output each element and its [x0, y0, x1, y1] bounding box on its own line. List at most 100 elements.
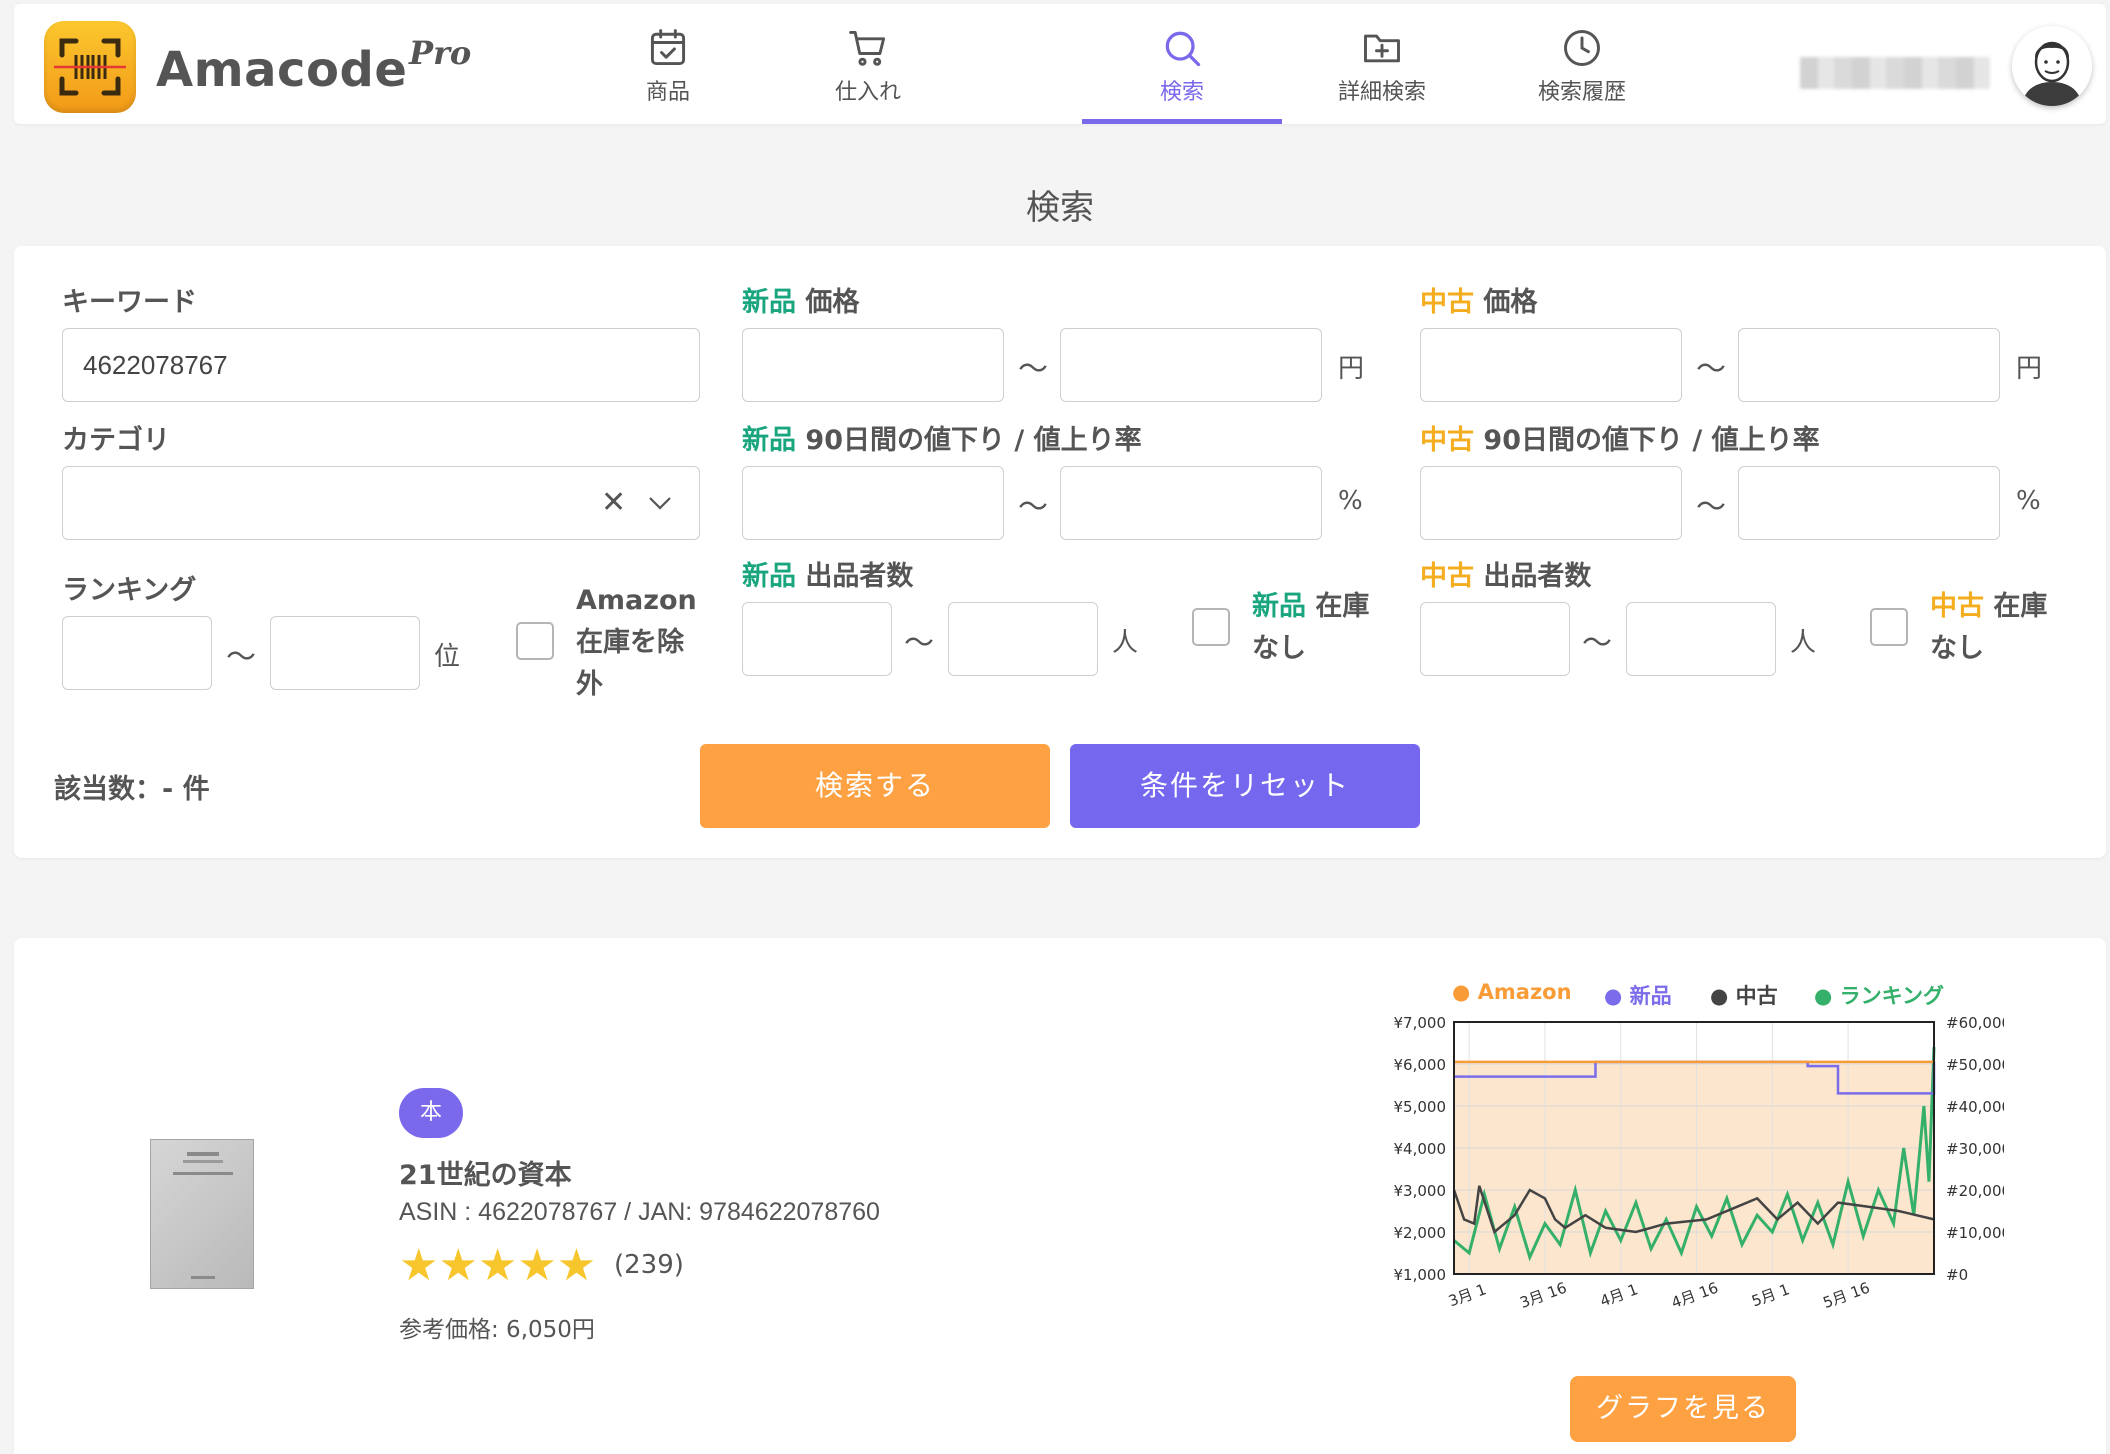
category-badge: 本 [399, 1088, 463, 1138]
used-no-stock-checkbox[interactable] [1870, 608, 1908, 646]
x-tick-label: 3月 16 [1517, 1279, 1569, 1312]
nav-search[interactable]: 検索 [1082, 26, 1282, 124]
clock-icon [1564, 30, 1600, 66]
used-rate-max-input[interactable] [1738, 466, 2000, 540]
search-icon [1165, 31, 1201, 67]
barcode-scan-icon [54, 38, 126, 96]
y-right-tick-label: #20,000 [1946, 1182, 2004, 1200]
y-right-tick-label: #10,000 [1946, 1224, 2004, 1242]
nav-advanced-search-label: 詳細検索 [1337, 80, 1426, 105]
result-card: 本 21世紀の資本 ASIN : 4622078767 / JAN: 97846… [14, 938, 2106, 1454]
search-panel: キーワード カテゴリ ✕ ランキング 〜 位 Amazon在庫を除外 新品 価格… [14, 246, 2106, 858]
used-rate-min-input[interactable] [1420, 466, 1682, 540]
result-count: 該当数：- 件 [54, 774, 210, 805]
percent-unit: % [2016, 486, 2041, 516]
y-left-tick-label: ¥4,000 [1394, 1140, 1447, 1158]
range-tilde: 〜 [1018, 352, 1048, 387]
book-cover-image[interactable] [150, 1139, 254, 1289]
keyword-input[interactable] [62, 328, 700, 402]
y-right-tick-label: #50,000 [1946, 1056, 2004, 1074]
product-title[interactable]: 21世紀の資本 [399, 1153, 572, 1192]
x-tick-label: 4月 16 [1669, 1279, 1721, 1312]
keyword-label: キーワード [62, 287, 197, 318]
used-sellers-max-input[interactable] [1626, 602, 1776, 676]
new-price-label: 新品 価格 [742, 287, 860, 318]
percent-unit: % [1338, 486, 1363, 516]
person-unit: 人 [1112, 628, 1139, 658]
y-right-tick-label: #40,000 [1946, 1098, 2004, 1116]
range-tilde: 〜 [1018, 490, 1048, 525]
calendar-check-icon [650, 29, 686, 66]
user-avatar-icon [2012, 26, 2092, 106]
x-tick-label: 5月 16 [1821, 1279, 1873, 1312]
y-right-tick-label: #60,000 [1946, 1014, 2004, 1032]
new-price-max-input[interactable] [1060, 328, 1322, 402]
nav-purchase-label: 仕入れ [834, 80, 901, 105]
ranking-label: ランキング [62, 575, 197, 606]
brand-pro-suffix: Pro [409, 34, 472, 72]
top-header: Amacode Pro 商品 仕入れ 検索 詳細検索 検索履歴 [14, 4, 2106, 124]
new-sellers-max-input[interactable] [948, 602, 1098, 676]
y-left-tick-label: ¥7,000 [1394, 1014, 1447, 1032]
book-cover-text-mark [173, 1172, 233, 1175]
new-sellers-min-input[interactable] [742, 602, 892, 676]
folder-plus-icon [1364, 34, 1400, 63]
new-rate-label: 新品 90日間の値下り / 値上り率 [742, 425, 1142, 456]
nav-search-history-label: 検索履歴 [1537, 80, 1626, 105]
y-left-tick-label: ¥3,000 [1394, 1182, 1447, 1200]
x-tick-label: 5月 1 [1749, 1280, 1792, 1310]
ranking-min-input[interactable] [62, 616, 212, 690]
y-left-tick-label: ¥5,000 [1394, 1098, 1447, 1116]
view-graph-button[interactable]: グラフを見る [1570, 1376, 1796, 1442]
book-cover-text-mark [187, 1152, 219, 1156]
y-right-tick-label: #30,000 [1946, 1140, 2004, 1158]
range-tilde: 〜 [226, 640, 256, 675]
legend-amazon[interactable]: ● Amazon [1452, 980, 1572, 1004]
nav-advanced-search[interactable]: 詳細検索 [1282, 26, 1482, 124]
y-left-tick-label: ¥6,000 [1394, 1056, 1447, 1074]
x-tick-label: 4月 1 [1598, 1280, 1641, 1310]
yen-unit: 円 [2016, 354, 2043, 384]
ranking-unit: 位 [434, 642, 461, 672]
search-button[interactable]: 検索する [700, 744, 1050, 828]
used-no-stock-label: 中古 在庫なし [1930, 591, 2048, 664]
reference-price: 参考価格: 6,050円 [399, 1317, 595, 1343]
new-rate-min-input[interactable] [742, 466, 1004, 540]
reset-button[interactable]: 条件をリセット [1070, 744, 1420, 828]
legend-used[interactable]: ● 中古 [1710, 980, 1778, 1010]
brand-name: Amacode [156, 42, 408, 98]
used-sellers-min-input[interactable] [1420, 602, 1570, 676]
legend-new[interactable]: ● 新品 [1604, 980, 1672, 1010]
x-tick-label: 3月 1 [1446, 1280, 1489, 1310]
avatar[interactable] [2012, 26, 2092, 106]
ranking-max-input[interactable] [270, 616, 420, 690]
used-price-min-input[interactable] [1420, 328, 1682, 402]
used-rate-label: 中古 90日間の値下り / 値上り率 [1420, 425, 1820, 456]
yen-unit: 円 [1338, 354, 1365, 384]
amazon-exclude-label: Amazon在庫を除外 [576, 585, 697, 700]
review-count: (239) [614, 1250, 684, 1280]
price-history-chart: ● Amazon ● 新品 ● 中古 ● ランキング ¥7,000 ¥6,000 ¥… [1354, 980, 2005, 1312]
cart-icon [849, 30, 886, 66]
app-logo[interactable] [44, 21, 136, 113]
y-right-tick-label: #0 [1946, 1266, 1968, 1284]
nav-products[interactable]: 商品 [568, 26, 768, 124]
chevron-down-icon[interactable] [647, 493, 673, 513]
category-label: カテゴリ [62, 425, 170, 456]
new-rate-max-input[interactable] [1060, 466, 1322, 540]
nav-purchase[interactable]: 仕入れ [768, 26, 968, 124]
used-sellers-label: 中古 出品者数 [1420, 561, 1592, 592]
clear-icon[interactable]: ✕ [601, 485, 626, 520]
new-price-min-input[interactable] [742, 328, 1004, 402]
amazon-exclude-checkbox[interactable] [516, 622, 554, 660]
legend-ranking[interactable]: ● ランキング [1814, 980, 1944, 1010]
range-tilde: 〜 [1696, 352, 1726, 387]
nav-search-history[interactable]: 検索履歴 [1482, 26, 1682, 124]
y-left-tick-label: ¥2,000 [1394, 1224, 1447, 1242]
y-left-tick-label: ¥1,000 [1394, 1266, 1447, 1284]
category-select[interactable]: ✕ [62, 466, 700, 540]
nav-products-label: 商品 [645, 80, 690, 105]
used-price-max-input[interactable] [1738, 328, 2000, 402]
new-no-stock-checkbox[interactable] [1192, 608, 1230, 646]
page-title: 検索 [1026, 188, 1094, 228]
